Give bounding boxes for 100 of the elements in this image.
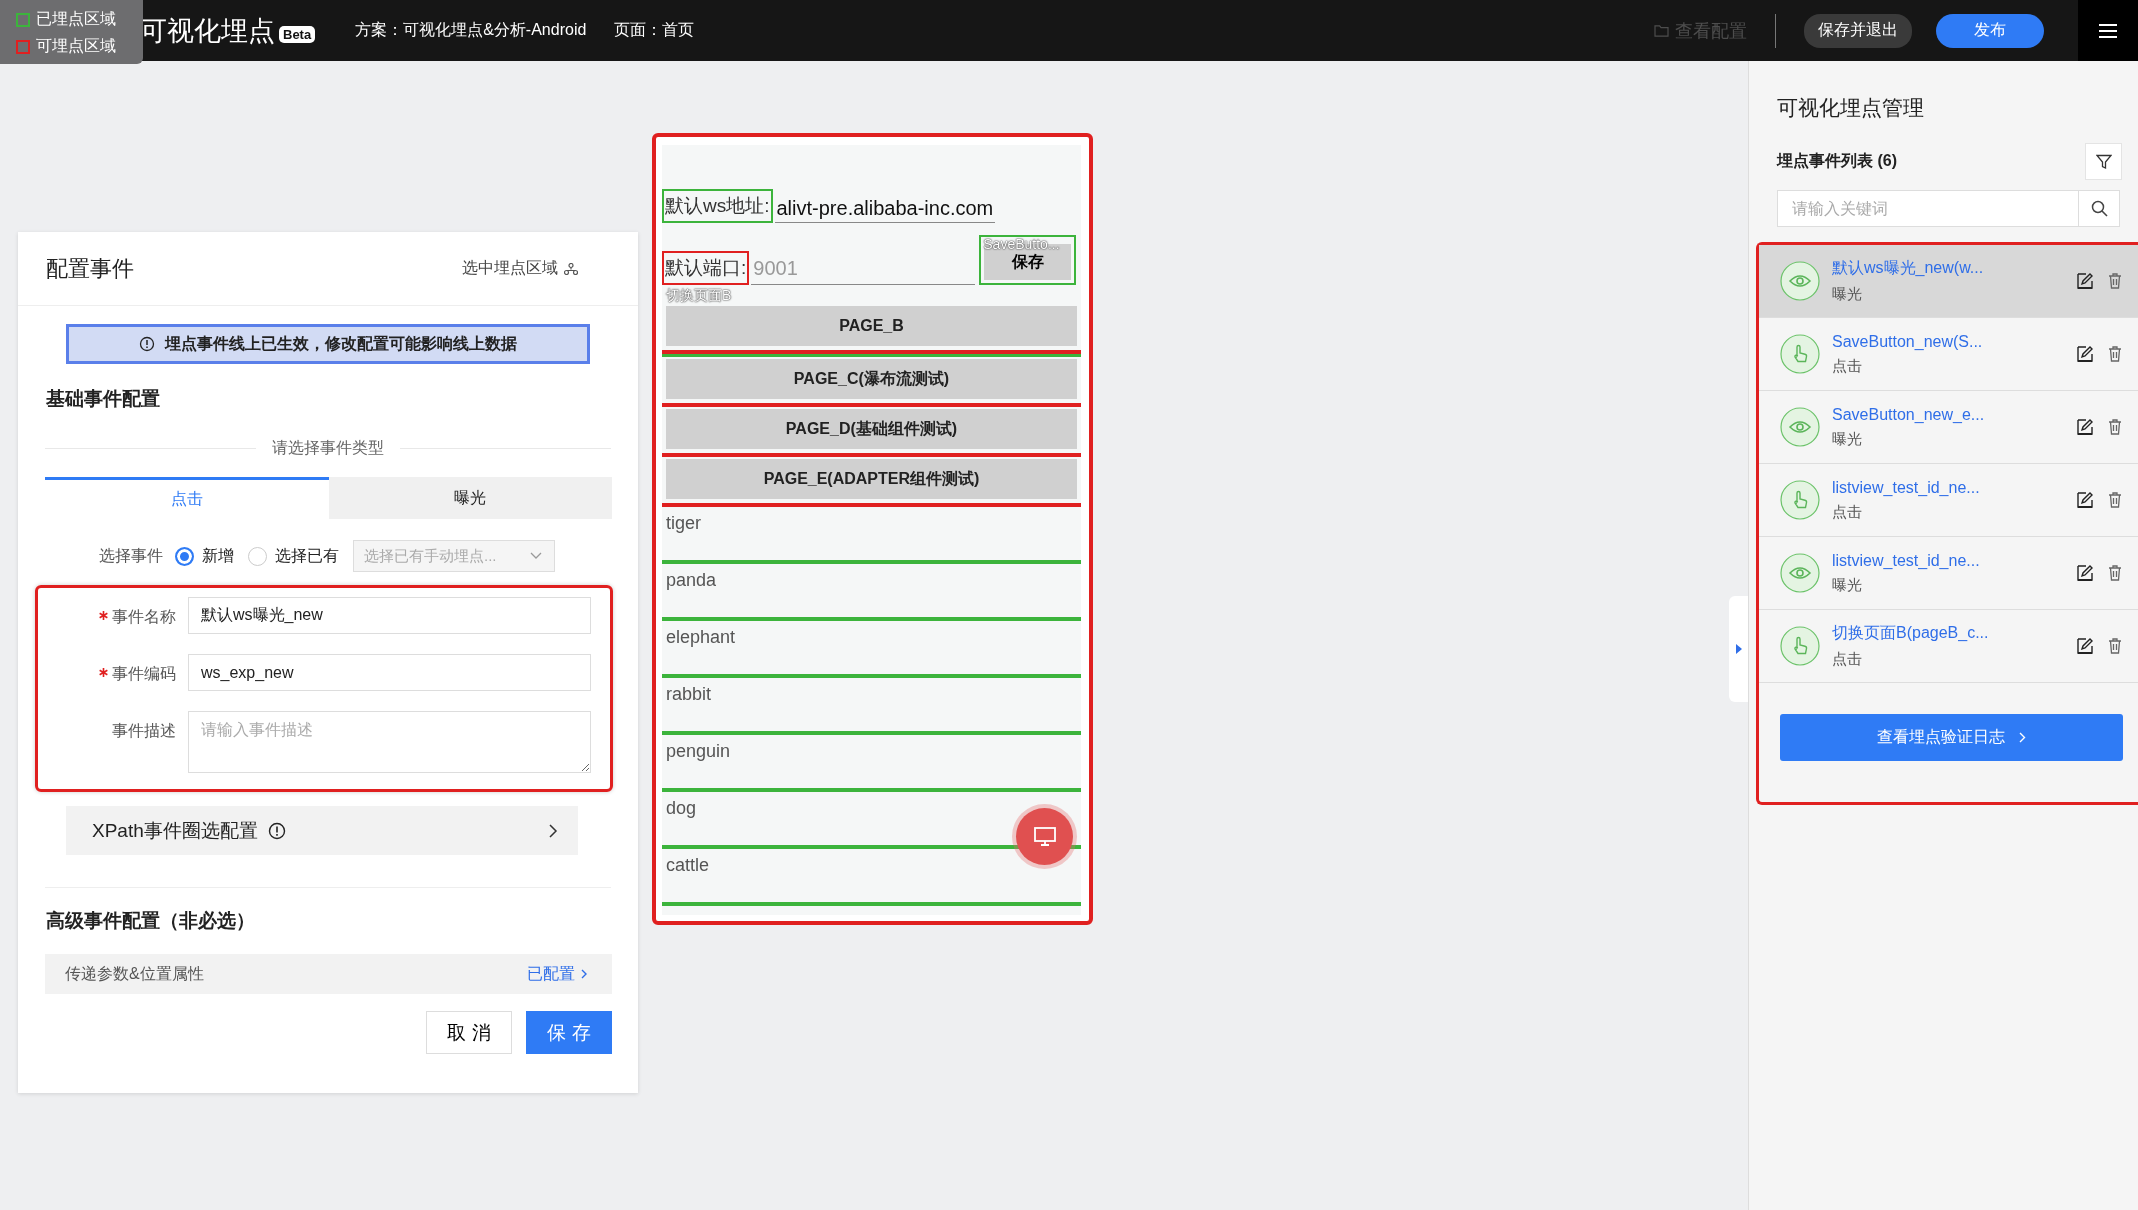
edit-icon[interactable] bbox=[2076, 345, 2094, 363]
menu-icon bbox=[2099, 23, 2117, 38]
page-button[interactable]: PAGE_B bbox=[666, 306, 1077, 346]
trash-icon[interactable] bbox=[2108, 492, 2122, 508]
hierarchy-icon bbox=[564, 262, 578, 275]
beta-badge: Beta bbox=[279, 26, 316, 43]
page-label: 页面：首页 bbox=[614, 20, 695, 40]
params-label: 传递参数&位置属性 bbox=[65, 963, 204, 984]
list-item[interactable]: elephant bbox=[666, 627, 736, 647]
warning-text: 埋点事件线上已生效，修改配置可能影响线上数据 bbox=[165, 333, 517, 354]
plan-label: 方案：可视化埋点&分析-Android bbox=[355, 20, 587, 40]
event-type: 曝光 bbox=[1832, 575, 1863, 595]
description-field[interactable]: 请输入事件描述 bbox=[188, 711, 591, 773]
event-item[interactable]: 切换页面B(pageB_c... 点击 bbox=[1759, 610, 2138, 683]
eye-icon bbox=[1780, 553, 1820, 593]
menu-button[interactable] bbox=[2078, 0, 2138, 61]
edit-icon[interactable] bbox=[2076, 272, 2094, 290]
required-icon bbox=[99, 668, 108, 677]
input-field[interactable]: ws_exp_new bbox=[188, 654, 591, 691]
panel-title: 可视化埋点管理 bbox=[1777, 95, 1925, 121]
publish-button[interactable]: 发布 bbox=[1936, 13, 2044, 48]
trash-icon[interactable] bbox=[2108, 346, 2122, 362]
info-icon bbox=[267, 821, 286, 840]
field-label: 事件名称 bbox=[38, 597, 188, 628]
cancel-button[interactable]: 取 消 bbox=[426, 1011, 512, 1054]
list-item[interactable]: penguin bbox=[666, 741, 731, 761]
input-field[interactable]: 默认ws曝光_new bbox=[188, 597, 591, 634]
page-button[interactable]: PAGE_C(瀑布流测试) bbox=[666, 359, 1077, 399]
event-name: listview_test_id_ne... bbox=[1832, 551, 1981, 570]
monitor-icon bbox=[1032, 825, 1057, 848]
radio-option[interactable]: 新增 bbox=[175, 545, 234, 567]
section-title: 高级事件配置（非必选） bbox=[46, 909, 256, 933]
hand-pointer-icon bbox=[1780, 480, 1820, 520]
hand-pointer-icon bbox=[1780, 334, 1820, 374]
xpath-config-row[interactable]: XPath事件圈选配置 bbox=[66, 806, 578, 855]
floating-button[interactable] bbox=[1016, 808, 1073, 865]
list-item[interactable]: cattle bbox=[666, 855, 710, 875]
event-type: 曝光 bbox=[1832, 429, 1863, 449]
edit-icon[interactable] bbox=[2076, 491, 2094, 509]
verification-log-button[interactable]: 查看埋点验证日志 bbox=[1780, 714, 2123, 761]
event-item[interactable]: SaveButton_new_e... 曝光 bbox=[1759, 391, 2138, 464]
required-icon bbox=[99, 611, 108, 620]
event-item[interactable]: SaveButton_new(S... 点击 bbox=[1759, 318, 2138, 391]
event-type: 点击 bbox=[1832, 356, 1863, 376]
section-title: 基础事件配置 bbox=[46, 387, 161, 411]
chevron-down-icon bbox=[530, 552, 542, 560]
filter-button[interactable] bbox=[2085, 143, 2122, 180]
event-type-tab[interactable]: 曝光 bbox=[328, 477, 612, 519]
edit-icon[interactable] bbox=[2076, 564, 2094, 582]
field-label: 选择事件 bbox=[98, 545, 164, 566]
edit-icon[interactable] bbox=[2076, 637, 2094, 655]
edit-icon[interactable] bbox=[2076, 418, 2094, 436]
caret-right-icon bbox=[1735, 644, 1742, 654]
event-type: 点击 bbox=[1832, 502, 1863, 522]
list-item[interactable]: dog bbox=[666, 798, 697, 818]
xpath-label: XPath事件圈选配置 bbox=[92, 818, 258, 843]
filter-icon bbox=[2095, 153, 2112, 170]
page-button[interactable]: PAGE_E(ADAPTER组件测试) bbox=[666, 459, 1077, 499]
trash-icon[interactable] bbox=[2108, 273, 2122, 289]
search-field[interactable]: 请输入关键词 bbox=[1777, 190, 2079, 227]
page-button[interactable]: PAGE_D(基础组件测试) bbox=[666, 409, 1077, 449]
event-item[interactable]: 默认ws曝光_new(w... 曝光 bbox=[1759, 245, 2138, 318]
event-name: listview_test_id_ne... bbox=[1832, 478, 1981, 497]
app-title: 可视化埋点 bbox=[140, 14, 275, 48]
save-button[interactable]: 保 存 bbox=[526, 1011, 612, 1054]
chevron-right-icon bbox=[548, 823, 558, 838]
event-item[interactable]: listview_test_id_ne... 曝光 bbox=[1759, 537, 2138, 610]
event-item[interactable]: listview_test_id_ne... 点击 bbox=[1759, 464, 2138, 537]
panel-title: 配置事件 bbox=[46, 254, 134, 283]
radio-option[interactable]: 选择已有 bbox=[248, 545, 339, 567]
chevron-right-icon bbox=[2019, 732, 2026, 743]
list-item[interactable]: rabbit bbox=[666, 684, 712, 704]
select-area-button[interactable]: 选中埋点区域 bbox=[462, 258, 578, 279]
trash-icon[interactable] bbox=[2108, 638, 2122, 654]
divider-label: 请选择事件类型 bbox=[272, 438, 384, 458]
eye-icon bbox=[1780, 261, 1820, 301]
list-title: 埋点事件列表 (6) bbox=[1777, 151, 1897, 171]
event-name: SaveButton_new(S... bbox=[1832, 332, 1984, 351]
event-type: 点击 bbox=[1832, 650, 1863, 669]
address-field[interactable]: alivt-pre.alibaba-inc.com bbox=[774, 197, 996, 223]
event-type: 曝光 bbox=[1832, 285, 1863, 304]
field-label: 事件描述 bbox=[111, 721, 177, 741]
configured-link[interactable]: 已配置 bbox=[527, 963, 588, 985]
chevron-right-icon bbox=[581, 969, 588, 979]
list-item[interactable]: panda bbox=[666, 570, 717, 590]
trash-icon[interactable] bbox=[2108, 565, 2122, 581]
list-item[interactable]: tiger bbox=[666, 513, 701, 533]
trash-icon[interactable] bbox=[2108, 419, 2122, 435]
address-label: 默认ws地址: bbox=[662, 189, 773, 223]
save-and-exit-button[interactable]: 保存并退出 bbox=[1804, 13, 1912, 48]
eye-icon bbox=[1780, 407, 1820, 447]
search-button[interactable] bbox=[2079, 190, 2120, 227]
info-icon bbox=[139, 336, 155, 352]
field-label: 事件编码 bbox=[38, 654, 188, 685]
event-name: SaveButton_new_e... bbox=[1832, 405, 1986, 424]
event-name: 切换页面B(pageB_c... bbox=[1832, 623, 1990, 643]
legend-label: 已埋点区域 bbox=[36, 9, 116, 29]
folder-icon bbox=[1654, 24, 1669, 37]
port-field[interactable]: 9001 bbox=[751, 255, 976, 285]
port-label: 默认端口: bbox=[662, 251, 750, 285]
